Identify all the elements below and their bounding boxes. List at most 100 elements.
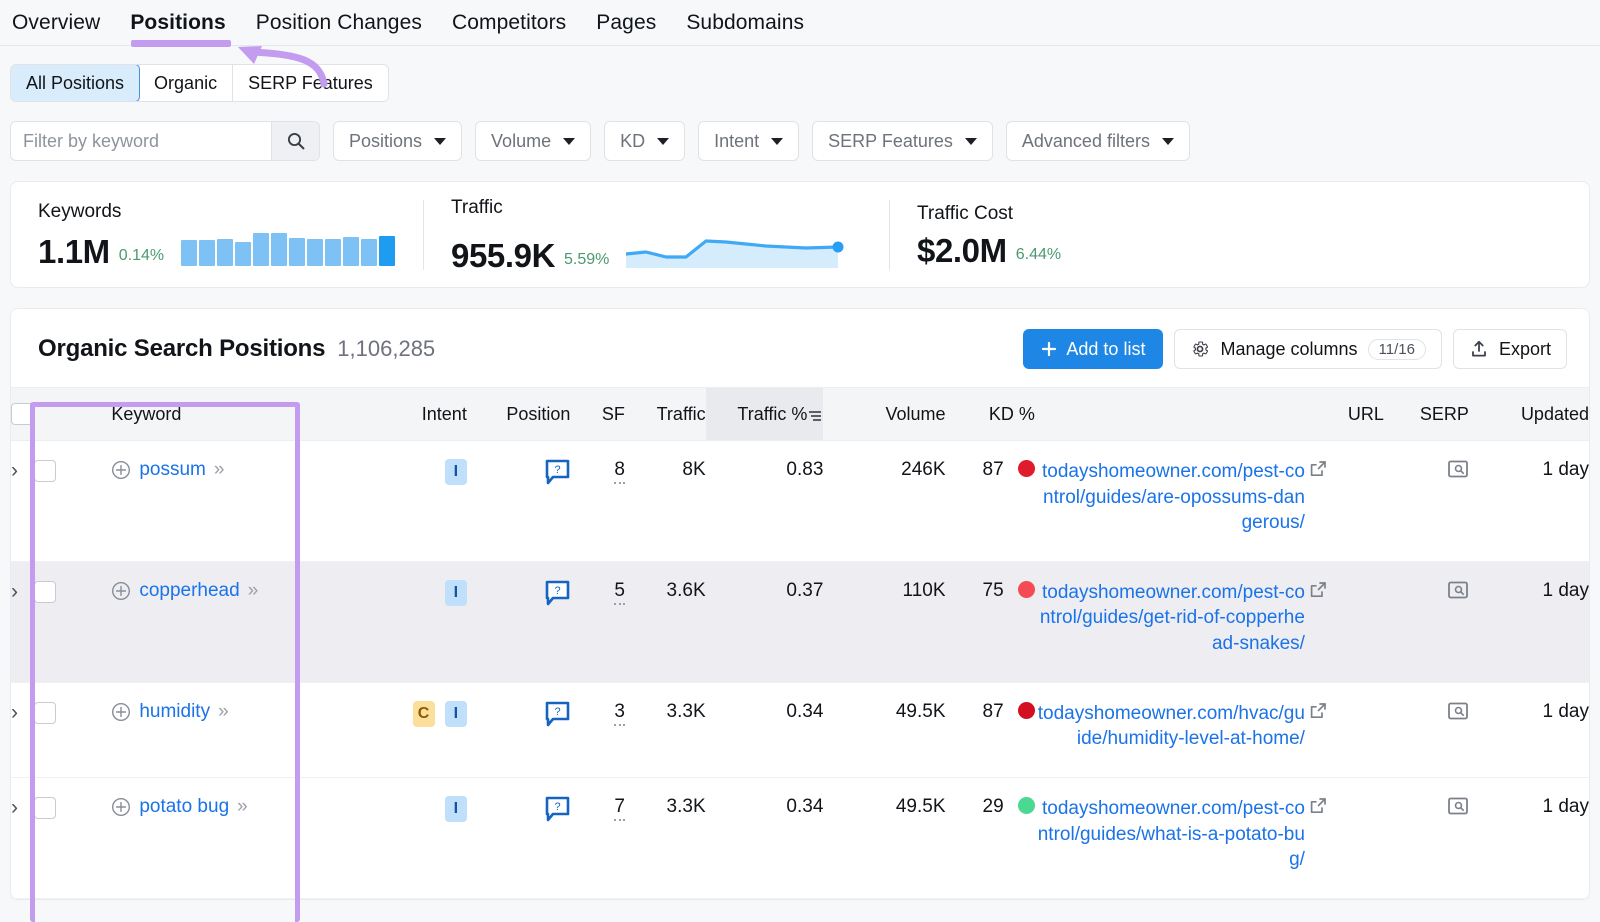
external-link-icon[interactable] bbox=[1309, 797, 1327, 815]
filter-volume[interactable]: Volume bbox=[475, 121, 591, 161]
faq-icon[interactable]: ? bbox=[545, 459, 570, 485]
select-all-checkbox[interactable] bbox=[11, 403, 33, 425]
filter-intent[interactable]: Intent bbox=[698, 121, 799, 161]
filter-advanced[interactable]: Advanced filters bbox=[1006, 121, 1190, 161]
search-input[interactable] bbox=[11, 122, 271, 160]
position-feature-cell: ? bbox=[467, 562, 571, 683]
serp-cell bbox=[1384, 682, 1469, 778]
filter-advanced-label: Advanced filters bbox=[1022, 131, 1150, 152]
intent-tag: I bbox=[445, 701, 467, 727]
column-intent[interactable]: Intent bbox=[349, 388, 467, 441]
url-cell: todayshomeowner.com/pest-control/guides/… bbox=[1035, 441, 1384, 562]
serp-preview-icon[interactable] bbox=[1447, 701, 1469, 721]
expand-row-icon[interactable]: › bbox=[11, 796, 18, 820]
external-link-icon[interactable] bbox=[1309, 581, 1327, 599]
expand-row-icon[interactable]: › bbox=[11, 701, 18, 725]
updated-cell: 1 day bbox=[1469, 682, 1589, 778]
positions-type-toggle: All Positions Organic SERP Features bbox=[10, 64, 389, 102]
toggle-organic[interactable]: Organic bbox=[139, 65, 233, 101]
column-volume[interactable]: Volume bbox=[823, 388, 945, 441]
add-keyword-icon[interactable] bbox=[111, 460, 131, 480]
traffic-percent-cell: 0.83 bbox=[706, 441, 824, 562]
kd-cell: 29 bbox=[946, 778, 1035, 899]
column-serp[interactable]: SERP bbox=[1384, 388, 1469, 441]
column-traffic-percent-label: Traffic % bbox=[737, 404, 807, 424]
toggle-all-positions[interactable]: All Positions bbox=[10, 64, 140, 102]
serp-preview-icon[interactable] bbox=[1447, 459, 1469, 479]
kd-value: 75 bbox=[983, 580, 1004, 601]
keyword-link[interactable]: possum bbox=[139, 459, 206, 481]
column-traffic-percent[interactable]: Traffic % bbox=[706, 388, 824, 441]
serp-preview-icon[interactable] bbox=[1447, 580, 1469, 600]
position-value: 8 bbox=[614, 459, 625, 484]
url-link[interactable]: todayshomeowner.com/pest-control/guides/… bbox=[1042, 461, 1305, 533]
expand-row-icon[interactable]: › bbox=[11, 580, 18, 604]
manage-columns-button[interactable]: Manage columns 11/16 bbox=[1174, 329, 1442, 369]
traffic-cell: 8K bbox=[625, 441, 706, 562]
external-link-icon[interactable] bbox=[1309, 702, 1327, 720]
keyword-cell: potato bug » bbox=[111, 778, 349, 899]
column-updated[interactable]: Updated bbox=[1469, 388, 1589, 441]
nav-item-positions[interactable]: Positions bbox=[128, 7, 227, 39]
column-traffic[interactable]: Traffic bbox=[625, 388, 706, 441]
kd-cell: 87 bbox=[946, 682, 1035, 778]
position-value: 7 bbox=[614, 796, 625, 821]
expand-row-icon[interactable]: › bbox=[11, 459, 18, 483]
metric-keywords: Keywords 1.1M 0.14% bbox=[11, 182, 423, 287]
keyword-link[interactable]: potato bug bbox=[139, 796, 229, 818]
add-to-list-button[interactable]: Add to list bbox=[1023, 329, 1163, 369]
intent-tag: I bbox=[445, 796, 467, 822]
search-button[interactable] bbox=[271, 122, 319, 160]
filter-positions[interactable]: Positions bbox=[333, 121, 462, 161]
keyword-details-icon[interactable]: » bbox=[248, 580, 257, 602]
nav-item-position-changes[interactable]: Position Changes bbox=[254, 7, 424, 39]
export-button[interactable]: Export bbox=[1453, 329, 1567, 369]
search-icon bbox=[286, 131, 306, 151]
chevron-down-icon bbox=[657, 138, 669, 145]
keyword-details-icon[interactable]: » bbox=[214, 459, 223, 481]
keyword-link[interactable]: copperhead bbox=[139, 580, 239, 602]
metric-traffic-cost-delta: 6.44% bbox=[1016, 246, 1061, 267]
nav-item-pages[interactable]: Pages bbox=[594, 7, 658, 39]
column-url[interactable]: URL bbox=[1035, 388, 1384, 441]
serp-preview-icon[interactable] bbox=[1447, 796, 1469, 816]
row-checkbox[interactable] bbox=[34, 581, 56, 603]
url-link[interactable]: todayshomeowner.com/hvac/guide/humidity-… bbox=[1038, 703, 1305, 749]
faq-icon[interactable]: ? bbox=[545, 701, 570, 727]
row-checkbox[interactable] bbox=[34, 797, 56, 819]
column-position[interactable]: Position bbox=[467, 388, 571, 441]
nav-item-competitors[interactable]: Competitors bbox=[450, 7, 568, 39]
external-link-icon[interactable] bbox=[1309, 460, 1327, 478]
add-keyword-icon[interactable] bbox=[111, 581, 131, 601]
toggle-serp-features[interactable]: SERP Features bbox=[233, 65, 388, 101]
organic-positions-panel: Organic Search Positions 1,106,285 Add t… bbox=[10, 308, 1590, 900]
keyword-details-icon[interactable]: » bbox=[237, 796, 246, 818]
serp-cell bbox=[1384, 778, 1469, 899]
chevron-down-icon bbox=[771, 138, 783, 145]
updated-cell: 1 day bbox=[1469, 562, 1589, 683]
column-kd[interactable]: KD % bbox=[946, 388, 1035, 441]
url-link[interactable]: todayshomeowner.com/pest-control/guides/… bbox=[1038, 798, 1305, 870]
keyword-link[interactable]: humidity bbox=[139, 701, 210, 723]
position-feature-cell: ? bbox=[467, 778, 571, 899]
filter-kd[interactable]: KD bbox=[604, 121, 685, 161]
url-link[interactable]: todayshomeowner.com/pest-control/guides/… bbox=[1040, 582, 1305, 654]
intent-cell: I bbox=[349, 562, 467, 683]
kd-status-dot bbox=[1018, 797, 1035, 814]
add-keyword-icon[interactable] bbox=[111, 702, 131, 722]
column-keyword[interactable]: Keyword bbox=[111, 388, 349, 441]
sort-descending-icon bbox=[807, 409, 823, 422]
row-select-cell: › bbox=[11, 778, 111, 899]
keyword-details-icon[interactable]: » bbox=[218, 701, 227, 723]
faq-icon[interactable]: ? bbox=[545, 580, 570, 606]
row-checkbox[interactable] bbox=[34, 460, 56, 482]
nav-item-subdomains[interactable]: Subdomains bbox=[684, 7, 806, 39]
nav-item-overview[interactable]: Overview bbox=[10, 7, 102, 39]
filter-serp-features[interactable]: SERP Features bbox=[812, 121, 993, 161]
column-sf[interactable]: SF bbox=[570, 388, 625, 441]
row-checkbox[interactable] bbox=[34, 702, 56, 724]
add-keyword-icon[interactable] bbox=[111, 797, 131, 817]
faq-icon[interactable]: ? bbox=[545, 796, 570, 822]
volume-cell: 110K bbox=[823, 562, 945, 683]
serp-cell bbox=[1384, 441, 1469, 562]
